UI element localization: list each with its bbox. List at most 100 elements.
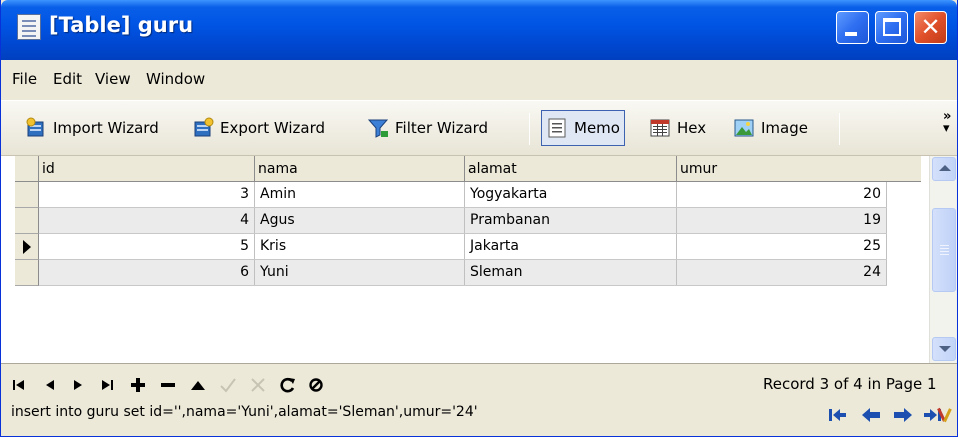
cell-nama[interactable]: Kris xyxy=(255,234,465,259)
close-button[interactable]: ✕ xyxy=(914,11,947,44)
column-header-id[interactable]: id xyxy=(39,156,255,182)
scroll-down-button[interactable] xyxy=(932,337,956,361)
chevron-up-icon xyxy=(939,165,951,171)
stop-button[interactable] xyxy=(305,375,327,395)
refresh-icon xyxy=(280,377,295,393)
record-status: Record 3 of 4 in Page 1 xyxy=(763,375,937,393)
cell-umur[interactable]: 24 xyxy=(677,260,887,285)
prior-record-icon xyxy=(46,380,54,390)
menu-file[interactable]: File xyxy=(12,70,37,88)
column-header-alamat[interactable]: alamat xyxy=(465,156,677,182)
memo-icon xyxy=(546,117,568,139)
sql-statement: insert into guru set id='',nama='Yuni',a… xyxy=(11,404,478,420)
title-bar[interactable]: [Table] guru ✕ xyxy=(1,0,957,60)
hex-label: Hex xyxy=(677,119,707,137)
arrow-left-icon xyxy=(862,408,880,422)
last-record-icon xyxy=(102,380,113,390)
cell-id[interactable]: 4 xyxy=(39,208,255,233)
image-label: Image xyxy=(761,119,808,137)
row-indicator-current[interactable] xyxy=(15,234,39,260)
cell-alamat[interactable]: Jakarta xyxy=(465,234,677,259)
cell-alamat[interactable]: Sleman xyxy=(465,260,677,285)
refresh-button[interactable] xyxy=(277,375,299,395)
toolbar-separator xyxy=(529,113,530,145)
menu-edit[interactable]: Edit xyxy=(53,70,82,88)
last-record-button[interactable] xyxy=(97,375,119,395)
import-wizard-button[interactable]: Import Wizard xyxy=(21,110,163,146)
export-wizard-label: Export Wizard xyxy=(220,119,326,137)
toolbar: Import Wizard Export Wizard Filter Wizar… xyxy=(1,100,957,156)
scroll-thumb[interactable] xyxy=(932,208,956,292)
prior-page-button[interactable] xyxy=(859,404,883,426)
cell-nama[interactable]: Agus xyxy=(255,208,465,233)
import-wizard-icon xyxy=(25,117,47,139)
cell-umur[interactable]: 20 xyxy=(677,182,887,207)
hex-icon xyxy=(649,117,671,139)
post-edit-button xyxy=(217,375,239,395)
next-page-button[interactable] xyxy=(891,404,915,426)
table-row[interactable]: 5 Kris Jakarta 25 xyxy=(39,234,887,260)
tools-icon xyxy=(937,407,952,423)
import-wizard-label: Import Wizard xyxy=(53,119,159,137)
cross-icon xyxy=(251,378,265,392)
toolbar-overflow-chevron[interactable]: » ▾ xyxy=(943,110,951,135)
table-window: [Table] guru ✕ File Edit View Window Imp… xyxy=(0,0,958,437)
arrow-right-icon xyxy=(894,408,912,422)
triangle-up-icon xyxy=(191,381,205,390)
toolbar-separator xyxy=(839,113,840,145)
column-header-nama[interactable]: nama xyxy=(255,156,465,182)
minimize-button[interactable] xyxy=(836,11,869,44)
cell-nama[interactable]: Amin xyxy=(255,182,465,207)
filter-wizard-button[interactable]: Filter Wizard xyxy=(363,110,492,146)
current-row-arrow-icon xyxy=(23,240,31,254)
menu-bar: File Edit View Window xyxy=(1,60,957,100)
insert-record-button[interactable] xyxy=(127,375,149,395)
prior-record-button[interactable] xyxy=(39,375,61,395)
export-wizard-button[interactable]: Export Wizard xyxy=(188,110,329,146)
cell-id[interactable]: 3 xyxy=(39,182,255,207)
minimize-icon xyxy=(845,32,857,36)
cell-nama[interactable]: Yuni xyxy=(255,260,465,285)
next-record-button[interactable] xyxy=(67,375,89,395)
table-icon xyxy=(17,14,41,40)
column-header-umur[interactable]: umur xyxy=(677,156,887,182)
grid-header: id nama alamat umur xyxy=(15,156,921,182)
plus-icon xyxy=(131,378,145,392)
table-row[interactable]: 3 Amin Yogyakarta 20 xyxy=(39,182,887,208)
cell-umur[interactable]: 19 xyxy=(677,208,887,233)
row-indicator[interactable] xyxy=(15,182,39,208)
memo-button[interactable]: Memo xyxy=(541,110,625,146)
close-icon: ✕ xyxy=(920,13,941,41)
cell-id[interactable]: 5 xyxy=(39,234,255,259)
first-record-icon xyxy=(13,380,24,390)
cell-umur[interactable]: 25 xyxy=(677,234,887,259)
row-indicator[interactable] xyxy=(15,260,39,286)
delete-record-button[interactable] xyxy=(157,375,179,395)
cell-id[interactable]: 6 xyxy=(39,260,255,285)
edit-record-button[interactable] xyxy=(187,375,209,395)
table-row[interactable]: 6 Yuni Sleman 24 xyxy=(39,260,887,286)
maximize-icon xyxy=(883,18,901,36)
row-indicator[interactable] xyxy=(15,208,39,234)
first-page-icon xyxy=(829,409,846,421)
first-record-button[interactable] xyxy=(9,375,31,395)
chevron-down-icon xyxy=(939,346,951,352)
first-page-button[interactable] xyxy=(826,404,850,426)
scroll-up-button[interactable] xyxy=(932,157,956,181)
memo-label: Memo xyxy=(574,119,620,137)
image-button[interactable]: Image xyxy=(729,110,812,146)
image-icon xyxy=(733,117,755,139)
cancel-edit-button xyxy=(247,375,269,395)
cell-alamat[interactable]: Yogyakarta xyxy=(465,182,677,207)
hex-button[interactable]: Hex xyxy=(645,110,710,146)
table-row[interactable]: 4 Agus Prambanan 19 xyxy=(39,208,887,234)
navigator-bar: Record 3 of 4 in Page 1 insert into guru… xyxy=(1,363,957,436)
page-settings-button[interactable] xyxy=(935,404,955,426)
minus-icon xyxy=(161,383,175,387)
cell-alamat[interactable]: Prambanan xyxy=(465,208,677,233)
maximize-button[interactable] xyxy=(875,11,908,44)
vertical-scrollbar[interactable] xyxy=(929,156,957,363)
menu-view[interactable]: View xyxy=(95,70,131,88)
window-title: [Table] guru xyxy=(49,13,194,37)
menu-window[interactable]: Window xyxy=(146,70,205,88)
